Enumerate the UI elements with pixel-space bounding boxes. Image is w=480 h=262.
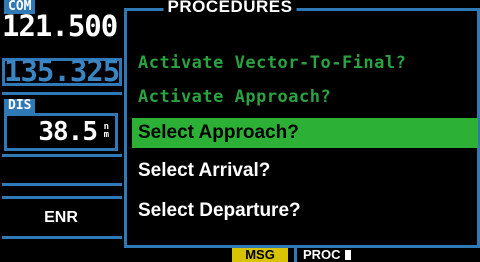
menu-item-activate-approach[interactable]: Activate Approach? (132, 82, 478, 112)
distance-field: 38.5 n m (4, 113, 118, 151)
distance-unit-bottom: m (103, 130, 109, 140)
com-active-frequency[interactable]: 121.500 (0, 10, 122, 42)
page-title: PROCEDURES (163, 0, 297, 16)
msg-annunciator[interactable]: MSG (232, 248, 288, 262)
cdi-mode: ENR (44, 209, 78, 226)
menu-item-select-arrival[interactable]: Select Arrival? (132, 156, 478, 186)
gps-display: COM 121.500 135.325 DIS 38.5 n m ENR PRO… (0, 0, 480, 262)
com-standby-frequency[interactable]: 135.325 (0, 54, 122, 88)
page-indicator-label: PROC (303, 247, 341, 262)
divider (2, 236, 122, 239)
divider (2, 183, 122, 186)
divider (2, 92, 122, 95)
menu-item-activate-vector-to-final[interactable]: Activate Vector-To-Final? (132, 48, 478, 78)
distance-value: 38.5 (38, 117, 98, 147)
cursor-block-icon (344, 250, 351, 260)
page-indicator: PROC (294, 248, 364, 262)
divider (2, 196, 122, 199)
distance-unit: n m (103, 123, 109, 140)
menu-item-select-departure[interactable]: Select Departure? (132, 196, 478, 226)
left-status-column: COM 121.500 135.325 DIS 38.5 n m ENR (0, 0, 122, 248)
dis-label: DIS (4, 99, 36, 113)
menu-item-select-approach[interactable]: Select Approach? (132, 118, 478, 148)
divider (2, 154, 122, 157)
